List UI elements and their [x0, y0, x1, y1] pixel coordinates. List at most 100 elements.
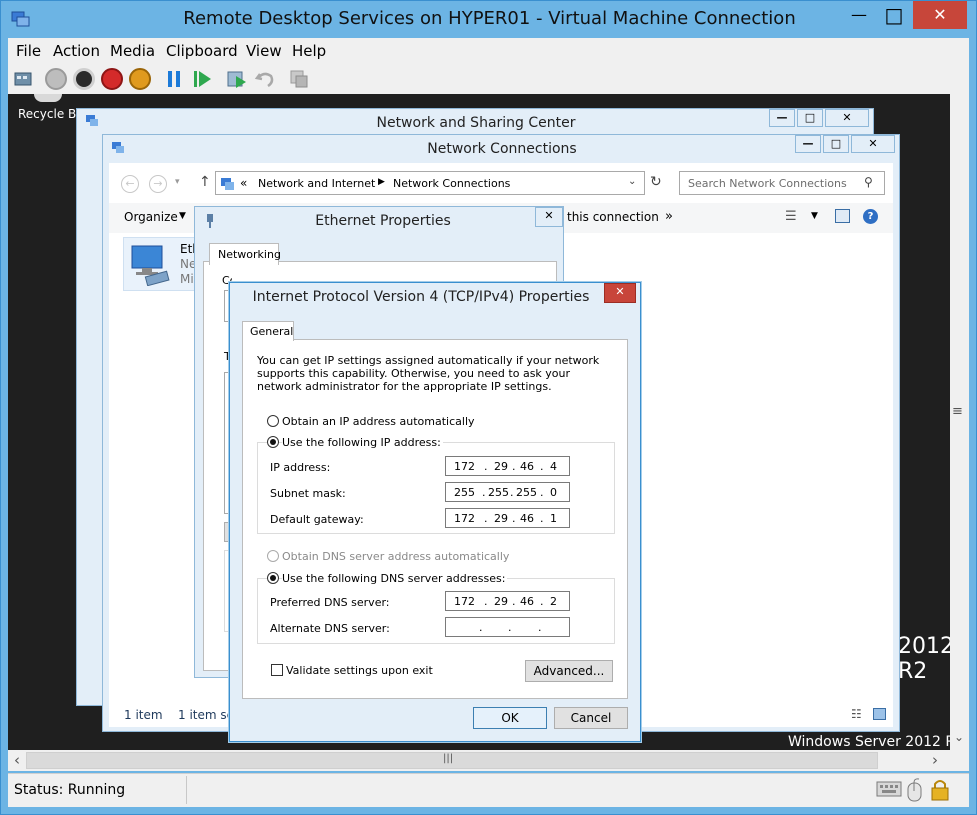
- horizontal-scrollbar[interactable]: ‹ ||| ›: [8, 750, 969, 771]
- preferred-dns-label: Preferred DNS server:: [270, 596, 390, 609]
- preview-pane-icon[interactable]: [835, 209, 850, 223]
- validate-label[interactable]: Validate settings upon exit: [286, 664, 433, 677]
- title-bar[interactable]: Remote Desktop Services on HYPER01 - Vir…: [1, 1, 977, 39]
- search-input[interactable]: Search Network Connections ⚲: [679, 171, 885, 195]
- pdns-octet-4: 2: [550, 595, 557, 608]
- scroll-left-icon[interactable]: ‹: [14, 751, 20, 769]
- subnet-mask-label: Subnet mask:: [270, 487, 346, 500]
- help-icon[interactable]: ?: [863, 209, 878, 224]
- status-bar: Status: Running: [8, 773, 969, 807]
- ipv4-properties-window[interactable]: Internet Protocol Version 4 (TCP/IPv4) P…: [229, 282, 641, 742]
- start-icon[interactable]: [45, 68, 67, 90]
- lock-icon[interactable]: [930, 778, 950, 802]
- this-connection-command[interactable]: this connection: [567, 210, 659, 224]
- use-ip-label[interactable]: Use the following IP address:: [282, 436, 443, 449]
- obtain-ip-auto-radio[interactable]: [267, 415, 279, 427]
- vertical-scrollbar[interactable]: ≡ ⌄: [950, 94, 969, 750]
- use-dns-radio[interactable]: [267, 572, 279, 584]
- revert-icon[interactable]: [254, 68, 276, 90]
- alternate-dns-field[interactable]: . . .: [445, 617, 570, 637]
- large-icons-view-icon[interactable]: [873, 708, 886, 720]
- pause-icon[interactable]: [166, 70, 182, 88]
- search-icon: ⚲: [864, 175, 873, 189]
- ethernet-title: Ethernet Properties: [315, 213, 451, 229]
- networking-tab-label: Networking: [218, 248, 281, 261]
- mouse-icon[interactable]: [906, 777, 924, 803]
- preferred-dns-field[interactable]: 172. 29. 46. 2: [445, 591, 570, 611]
- obtain-dns-auto-label[interactable]: Obtain DNS server address automatically: [282, 550, 509, 563]
- save-icon[interactable]: [129, 68, 151, 90]
- obtain-dns-auto-radio[interactable]: [267, 550, 279, 562]
- nc-close-button[interactable]: ✕: [851, 135, 895, 153]
- use-dns-label[interactable]: Use the following DNS server addresses:: [282, 572, 508, 585]
- view-dropdown-icon[interactable]: ▼: [811, 211, 818, 221]
- nsc-minimize-button[interactable]: —: [769, 109, 795, 127]
- minimize-button[interactable]: —: [843, 1, 875, 29]
- ip-address-field[interactable]: 172. 29. 46. 4: [445, 456, 570, 476]
- back-icon[interactable]: ←: [121, 175, 139, 193]
- menu-action[interactable]: Action: [53, 42, 100, 60]
- menu-file[interactable]: File: [16, 42, 41, 60]
- menu-clipboard[interactable]: Clipboard: [166, 42, 238, 60]
- horizontal-thumb-grip-icon: |||: [443, 753, 454, 764]
- more-commands-button[interactable]: »: [665, 209, 673, 224]
- subnet-octet-2: 255: [488, 486, 509, 499]
- menu-help[interactable]: Help: [292, 42, 326, 60]
- organize-dropdown-icon[interactable]: ▼: [179, 211, 186, 221]
- vertical-scroll-thumb-icon[interactable]: ≡: [952, 404, 963, 419]
- change-view-icon[interactable]: ☰: [785, 209, 797, 224]
- ipv4-close-button[interactable]: ✕: [604, 283, 636, 303]
- validate-checkbox[interactable]: [271, 664, 283, 676]
- refresh-icon[interactable]: ↻: [650, 174, 662, 190]
- checkpoint-icon[interactable]: [226, 68, 248, 90]
- horizontal-scroll-thumb[interactable]: |||: [26, 752, 878, 769]
- enhanced-session-icon[interactable]: [288, 68, 310, 90]
- ctrl-alt-del-icon[interactable]: [12, 68, 34, 90]
- turn-off-icon[interactable]: [73, 68, 95, 90]
- address-dropdown-icon[interactable]: ⌄: [628, 176, 636, 187]
- nsc-close-button[interactable]: ✕: [825, 109, 869, 127]
- recent-dropdown-icon[interactable]: ▾: [175, 177, 180, 187]
- general-tab[interactable]: General: [242, 321, 294, 341]
- ip-octet-2: 29: [494, 460, 508, 473]
- scroll-down-icon[interactable]: ⌄: [954, 730, 964, 744]
- menu-media[interactable]: Media: [110, 42, 155, 60]
- maximize-button[interactable]: □: [877, 1, 911, 29]
- ethernet-adapter-item[interactable]: Ethernet Ne Mi: [123, 237, 232, 291]
- shutdown-icon[interactable]: [101, 68, 123, 90]
- gateway-octet-2: 29: [494, 512, 508, 525]
- vm-status: Status: Running: [14, 782, 126, 798]
- nc-maximize-button[interactable]: □: [823, 135, 849, 153]
- keyboard-icon[interactable]: [876, 778, 902, 800]
- close-button[interactable]: ✕: [913, 1, 967, 29]
- nc-minimize-button[interactable]: —: [795, 135, 821, 153]
- advanced-button[interactable]: Advanced...: [525, 660, 613, 682]
- scroll-right-icon[interactable]: ›: [932, 751, 938, 769]
- forward-icon[interactable]: →: [149, 175, 167, 193]
- organize-button[interactable]: Organize: [124, 210, 178, 224]
- search-placeholder: Search Network Connections: [688, 177, 847, 190]
- breadcrumb-prefix[interactable]: «: [240, 176, 247, 190]
- ip-octet-3: 46: [520, 460, 534, 473]
- menu-view[interactable]: View: [246, 42, 282, 60]
- alternate-dns-label: Alternate DNS server:: [270, 622, 390, 635]
- use-ip-radio[interactable]: [267, 436, 279, 448]
- networking-tab[interactable]: Networking: [209, 243, 281, 265]
- breadcrumb-network-internet[interactable]: Network and Internet: [258, 177, 375, 190]
- reset-icon[interactable]: [193, 70, 213, 88]
- subnet-octet-1: 255: [454, 486, 475, 499]
- gateway-octet-4: 1: [550, 512, 557, 525]
- recycle-bin-icon[interactable]: [34, 94, 62, 102]
- up-arrow-icon[interactable]: ↑: [199, 174, 211, 190]
- nsc-maximize-button[interactable]: □: [797, 109, 823, 127]
- default-gateway-field[interactable]: 172. 29. 46. 1: [445, 508, 570, 528]
- details-view-icon[interactable]: ☷: [851, 707, 862, 721]
- obtain-ip-auto-label[interactable]: Obtain an IP address automatically: [282, 415, 475, 428]
- address-bar[interactable]: « Network and Internet ▶ Network Connect…: [215, 171, 645, 195]
- cancel-button[interactable]: Cancel: [554, 707, 628, 729]
- breadcrumb-separator-icon[interactable]: ▶: [378, 177, 385, 187]
- ok-button[interactable]: OK: [473, 707, 547, 729]
- ethernet-close-button[interactable]: ✕: [535, 207, 563, 227]
- subnet-mask-field[interactable]: 255. 255. 255. 0: [445, 482, 570, 502]
- breadcrumb-network-connections[interactable]: Network Connections: [393, 177, 510, 190]
